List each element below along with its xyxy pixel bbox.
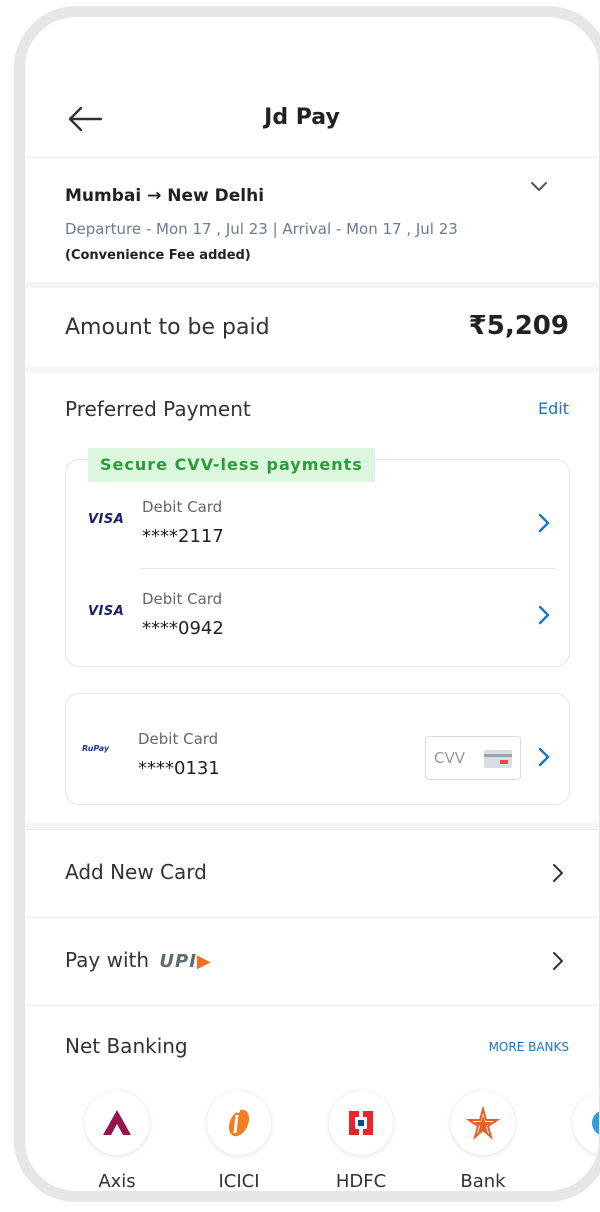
rupay-logo-icon: RuPay (82, 744, 110, 753)
card-number: ****0942 (142, 618, 224, 639)
visa-logo-icon: VISA (88, 604, 125, 619)
saved-card-row[interactable]: RuPay Debit Card ****0131 CVV (66, 694, 569, 806)
bank-star-icon (451, 1091, 515, 1155)
upi-logo-text: UPI (159, 951, 197, 972)
pay-with-upi-label: Pay with UPI▶ (65, 948, 212, 972)
cvv-input[interactable]: CVV (425, 736, 521, 780)
chevron-down-icon[interactable] (529, 180, 549, 194)
bank-label: HDFC (335, 1171, 387, 1191)
cvv-card-box: RuPay Debit Card ****0131 CVV (65, 693, 570, 805)
app-header: Jd Pay (25, 17, 599, 167)
bank-option-axis[interactable]: Axis (59, 1077, 179, 1191)
net-banking-title: Net Banking (65, 1034, 188, 1058)
trip-dates: Departure - Mon 17 , Jul 23 | Arrival - … (65, 220, 458, 238)
axis-bank-icon (85, 1091, 149, 1155)
preferred-payment-title: Preferred Payment (65, 397, 251, 421)
card-number: ****2117 (142, 526, 224, 547)
trip-route: Mumbai → New Delhi (65, 186, 265, 206)
saved-cards-box: Secure CVV-less payments VISA Debit Card… (65, 448, 570, 667)
convenience-fee-note: (Convenience Fee added) (65, 248, 251, 263)
upi-logo-icon: UPI▶ (159, 951, 212, 972)
visa-logo-icon: VISA (88, 512, 125, 527)
bank-label: S (547, 1171, 599, 1191)
pay-with-upi-row[interactable]: Pay with UPI▶ (25, 917, 599, 1005)
sbi-bank-icon (573, 1091, 599, 1155)
card-type: Debit Card (138, 730, 219, 748)
bank-option-sbi[interactable]: S (547, 1077, 599, 1187)
cvv-placeholder: CVV (434, 749, 465, 767)
card-back-icon (484, 750, 512, 768)
add-new-card-label: Add New Card (65, 860, 207, 884)
hdfc-bank-icon (329, 1091, 393, 1155)
chevron-right-icon (553, 952, 563, 970)
saved-card-row[interactable]: VISA Debit Card ****2117 (66, 468, 569, 569)
card-type: Debit Card (142, 498, 223, 516)
card-number: ****0131 (138, 758, 220, 779)
net-banking-header: Net Banking MORE BANKS (25, 1005, 599, 1065)
bank-label: Axis (98, 1171, 136, 1191)
saved-card-row[interactable]: VISA Debit Card ****0942 (66, 560, 569, 660)
add-new-card-row[interactable]: Add New Card (25, 829, 599, 917)
chevron-right-icon (553, 864, 563, 882)
chevron-right-icon (538, 513, 550, 533)
card-type: Debit Card (142, 590, 223, 608)
bank-label: Bank (460, 1171, 506, 1191)
bank-option-hdfc[interactable]: HDFC (303, 1077, 423, 1191)
amount-row: Amount to be paid ₹5,209 (25, 287, 599, 367)
phone-frame: Jd Pay Mumbai → New Delhi Departure - Mo… (14, 6, 600, 1202)
amount-label: Amount to be paid (65, 315, 270, 340)
amount-value: ₹5,209 (468, 311, 569, 341)
bank-label: ICICI (218, 1171, 260, 1191)
bank-option-star[interactable]: Bank (425, 1077, 545, 1191)
icici-bank-icon (207, 1091, 271, 1155)
edit-link[interactable]: Edit (538, 399, 569, 418)
page-title: Jd Pay (264, 105, 340, 130)
more-banks-link[interactable]: MORE BANKS (489, 1040, 569, 1054)
trip-summary: Mumbai → New Delhi Departure - Mon 17 , … (25, 157, 599, 282)
payment-screen: Jd Pay Mumbai → New Delhi Departure - Mo… (25, 17, 599, 1191)
pay-with-text: Pay with (65, 948, 150, 972)
chevron-right-icon (538, 605, 550, 625)
bank-option-icici[interactable]: ICICI (181, 1077, 301, 1191)
chevron-right-icon (538, 747, 550, 767)
preferred-payment-header: Preferred Payment Edit (25, 373, 599, 443)
